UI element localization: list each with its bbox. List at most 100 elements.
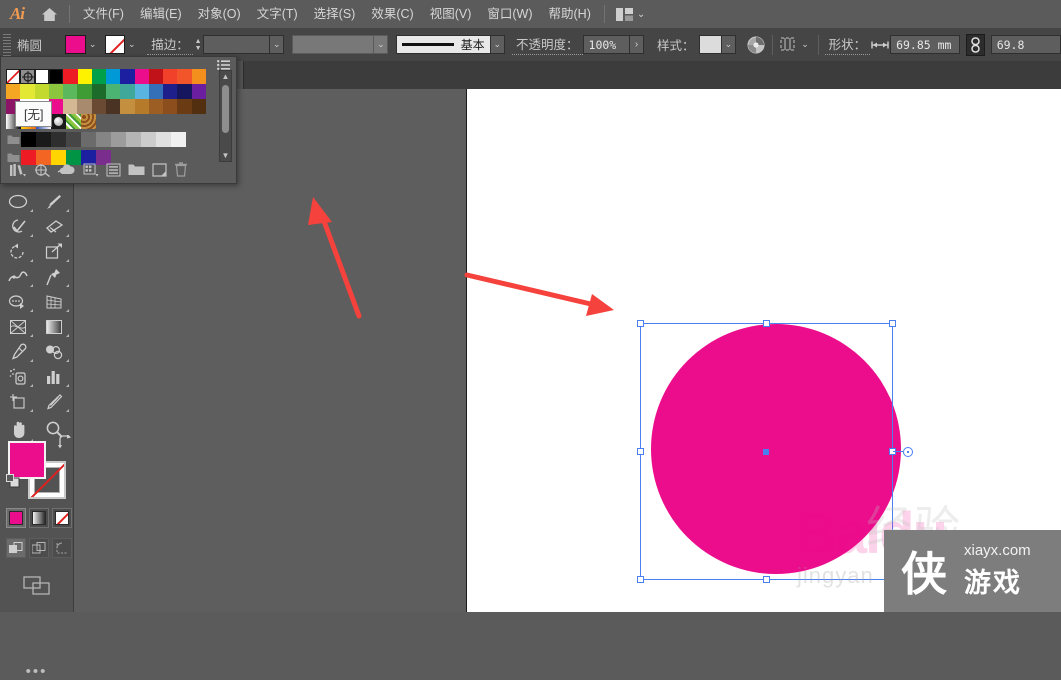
selection-handle-bottom-left[interactable] bbox=[637, 576, 644, 583]
scroll-up-icon[interactable]: ▲ bbox=[220, 71, 231, 82]
symbol-sprayer-tool[interactable] bbox=[0, 364, 36, 389]
workspace-switcher[interactable]: ⌄ bbox=[610, 0, 651, 28]
menu-effect[interactable]: 效果(C) bbox=[363, 0, 421, 28]
screen-mode-button[interactable] bbox=[20, 574, 54, 600]
menu-file[interactable]: 文件(F) bbox=[75, 0, 132, 28]
cloud-icon[interactable] bbox=[57, 163, 76, 179]
swatch-color[interactable] bbox=[105, 84, 121, 99]
rotation-widget-icon[interactable] bbox=[903, 447, 913, 457]
swatch-color[interactable] bbox=[191, 99, 206, 114]
swatch-black[interactable] bbox=[49, 69, 64, 84]
swatch-color[interactable] bbox=[163, 84, 178, 99]
slice-tool[interactable] bbox=[36, 389, 72, 414]
opacity-label[interactable]: 不透明度： bbox=[512, 34, 583, 55]
align-icon[interactable] bbox=[779, 34, 798, 56]
swatch-gray[interactable] bbox=[36, 132, 51, 147]
shape-width-field[interactable]: 69.85 mm bbox=[890, 35, 961, 54]
selection-handle-top-left[interactable] bbox=[637, 320, 644, 327]
scale-tool[interactable] bbox=[36, 239, 72, 264]
menu-select[interactable]: 选择(S) bbox=[306, 0, 364, 28]
none-mode-button[interactable] bbox=[52, 508, 72, 528]
menu-view[interactable]: 视图(V) bbox=[422, 0, 480, 28]
swatch-color[interactable] bbox=[177, 84, 192, 99]
menu-help[interactable]: 帮助(H) bbox=[541, 0, 599, 28]
mesh-tool[interactable] bbox=[0, 314, 36, 339]
selection-handle-bottom-center[interactable] bbox=[763, 576, 770, 583]
home-icon[interactable] bbox=[34, 0, 64, 28]
swatch-pattern[interactable] bbox=[81, 114, 96, 129]
swatch-color[interactable] bbox=[120, 99, 135, 114]
swatch-color[interactable] bbox=[63, 69, 78, 84]
stroke-weight-field[interactable] bbox=[203, 35, 271, 54]
variable-width-caret-icon[interactable]: ⌄ bbox=[374, 35, 389, 54]
width-tool[interactable] bbox=[0, 264, 36, 289]
swatch-color[interactable] bbox=[77, 99, 92, 114]
selection-handle-top-right[interactable] bbox=[889, 320, 896, 327]
grid-options-icon[interactable] bbox=[83, 163, 99, 180]
swatch-pattern[interactable] bbox=[66, 114, 81, 129]
gradient-mode-button[interactable] bbox=[29, 508, 49, 528]
shape-builder-tool[interactable] bbox=[0, 289, 36, 314]
swatch-gray[interactable] bbox=[66, 132, 81, 147]
swatch-color[interactable] bbox=[177, 99, 192, 114]
stroke-weight-label[interactable]: 描边： bbox=[147, 34, 193, 55]
stroke-profile-caret-icon[interactable]: ⌄ bbox=[490, 35, 505, 54]
rotate-tool[interactable] bbox=[0, 239, 36, 264]
perspective-grid-tool[interactable] bbox=[36, 289, 72, 314]
swatch-color[interactable] bbox=[120, 84, 135, 99]
swatch-color[interactable] bbox=[106, 69, 121, 84]
swatch-none[interactable] bbox=[6, 69, 21, 84]
link-dimensions-icon[interactable] bbox=[965, 33, 986, 56]
library-icon[interactable] bbox=[9, 163, 27, 180]
swatch-color[interactable] bbox=[63, 84, 78, 99]
menu-type[interactable]: 文字(T) bbox=[249, 0, 306, 28]
swatch-pattern[interactable] bbox=[51, 114, 66, 129]
ellipse-tool[interactable] bbox=[0, 189, 36, 214]
swatch-gray[interactable] bbox=[51, 132, 66, 147]
draw-inside-button[interactable] bbox=[52, 538, 72, 558]
default-fill-stroke-icon[interactable] bbox=[6, 474, 20, 488]
swatch-gray[interactable] bbox=[141, 132, 156, 147]
stroke-color-swatch[interactable] bbox=[104, 35, 126, 54]
swatch-color[interactable] bbox=[6, 84, 21, 99]
artboard-tool[interactable] bbox=[0, 389, 36, 414]
opacity-flyout-icon[interactable]: › bbox=[629, 35, 645, 54]
eyedropper-tool[interactable] bbox=[0, 339, 36, 364]
swatch-gray[interactable] bbox=[21, 132, 36, 147]
graphic-style-swatch[interactable] bbox=[698, 35, 722, 54]
opacity-field[interactable]: 100% bbox=[582, 35, 630, 54]
swatch-color[interactable] bbox=[177, 69, 192, 84]
align-caret-icon[interactable]: ⌄ bbox=[798, 35, 811, 54]
color-mode-button[interactable] bbox=[6, 508, 26, 528]
swatches-scrollbar[interactable]: ▲ ▼ bbox=[219, 70, 232, 162]
draw-behind-button[interactable] bbox=[29, 538, 49, 558]
trash-icon[interactable] bbox=[174, 162, 188, 180]
hand-tool[interactable] bbox=[0, 414, 36, 444]
recolor-artwork-icon[interactable] bbox=[747, 34, 766, 56]
swatch-white[interactable] bbox=[34, 69, 50, 84]
stroke-weight-stepper[interactable]: ▲ ▼ bbox=[193, 35, 204, 54]
swatch-registration[interactable] bbox=[20, 69, 35, 84]
color-group-folder-icon[interactable] bbox=[6, 132, 21, 147]
fill-dropdown-caret-icon[interactable]: ⌄ bbox=[86, 35, 99, 54]
swatch-color[interactable] bbox=[134, 69, 149, 84]
fill-color-swatch[interactable] bbox=[65, 35, 86, 54]
swatch-gray[interactable] bbox=[171, 132, 186, 147]
color-harmony-icon[interactable] bbox=[34, 163, 50, 180]
stroke-dropdown-caret-icon[interactable]: ⌄ bbox=[125, 35, 138, 54]
swatch-gray[interactable] bbox=[126, 132, 141, 147]
swatch-gray[interactable] bbox=[156, 132, 171, 147]
swatch-color[interactable] bbox=[120, 69, 135, 84]
free-transform-tool[interactable] bbox=[36, 264, 72, 289]
blend-tool[interactable] bbox=[36, 339, 72, 364]
panel-menu-icon[interactable] bbox=[217, 59, 230, 70]
menu-edit[interactable]: 编辑(E) bbox=[132, 0, 190, 28]
gradient-tool[interactable] bbox=[36, 314, 72, 339]
swap-fill-stroke-icon[interactable] bbox=[58, 433, 72, 449]
swatch-gray[interactable] bbox=[81, 132, 96, 147]
list-options-icon[interactable] bbox=[106, 163, 121, 180]
swatch-color[interactable] bbox=[163, 99, 178, 114]
swatch-color[interactable] bbox=[63, 99, 78, 114]
swatch-color[interactable] bbox=[105, 99, 121, 114]
selection-handle-middle-left[interactable] bbox=[637, 448, 644, 455]
